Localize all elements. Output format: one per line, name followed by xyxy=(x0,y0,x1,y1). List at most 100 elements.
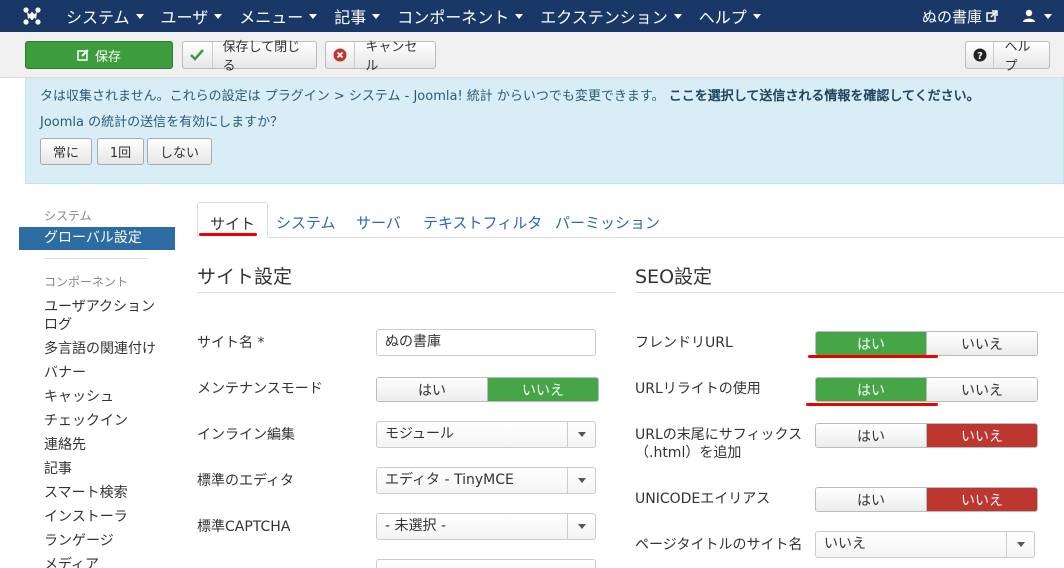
friendly-url-yes[interactable]: はい xyxy=(816,332,926,355)
cancel-label: キャンセル xyxy=(365,40,418,74)
sidebar-item-global-config[interactable]: グローバル設定 xyxy=(19,227,175,250)
caret-down-icon xyxy=(372,13,381,19)
friendly-url-toggle: はい いいえ xyxy=(815,331,1038,356)
editor-value: エディタ - TinyMCE xyxy=(385,472,514,488)
site-name-label: サイト名 * xyxy=(197,335,265,351)
url-suffix-label-1: URLの末尾にサフィックス xyxy=(635,427,803,443)
captcha-select[interactable]: - 未選択 - xyxy=(376,513,596,540)
sidebar-item-contacts[interactable]: 連絡先 xyxy=(44,434,86,454)
user-icon xyxy=(1023,9,1035,22)
question-circle-icon: ? xyxy=(966,42,995,68)
unicode-alias-yes[interactable]: はい xyxy=(816,488,926,511)
page-title-sitename-label: ページタイトルのサイト名 xyxy=(635,537,803,553)
always-button[interactable]: 常に xyxy=(40,138,92,165)
friendly-url-no[interactable]: いいえ xyxy=(926,332,1037,355)
url-suffix-yes[interactable]: はい xyxy=(816,424,926,447)
alert-question: Joomla の統計の送信を有効にしますか？ xyxy=(40,115,284,130)
sidebar-item-associations[interactable]: 多言語の関連付け xyxy=(44,338,156,358)
unicode-alias-label: UNICODEエイリアス xyxy=(635,491,771,507)
inline-edit-label: インライン編集 xyxy=(197,427,295,443)
site-link[interactable]: ぬの書庫 xyxy=(922,0,998,32)
sidebar-item-user-actions-log[interactable]: ログ xyxy=(44,314,72,334)
caret-down-icon xyxy=(567,468,595,493)
caret-down-icon xyxy=(567,422,595,447)
menu-users[interactable]: ユーザ xyxy=(161,4,223,28)
user-menu[interactable] xyxy=(1022,0,1052,32)
maintenance-no[interactable]: いいえ xyxy=(487,378,598,401)
section-divider xyxy=(635,292,1064,293)
cancel-circle-icon xyxy=(326,42,356,68)
joomla-logo-icon[interactable] xyxy=(22,6,42,26)
sidebar-item-articles[interactable]: 記事 xyxy=(44,458,72,478)
sidebar-item-smart-search[interactable]: スマート検索 xyxy=(44,482,128,502)
unicode-alias-no[interactable]: いいえ xyxy=(926,488,1037,511)
save-button[interactable]: 保存 xyxy=(25,41,173,69)
caret-down-icon xyxy=(309,13,318,19)
menu-menus[interactable]: メニュー xyxy=(239,4,318,28)
site-name-input[interactable]: ぬの書庫 xyxy=(376,329,596,356)
never-button[interactable]: しない xyxy=(147,138,212,165)
sidebar-item-languages[interactable]: ランゲージ xyxy=(44,530,114,550)
sidebar-item-cache[interactable]: キャッシュ xyxy=(44,386,114,406)
once-button[interactable]: 1回 xyxy=(97,138,144,165)
site-settings-title: サイト設定 xyxy=(197,266,293,288)
sidebar-heading-system: システム xyxy=(44,209,92,223)
cancel-button[interactable]: キャンセル xyxy=(325,40,436,74)
tab-system[interactable]: システム xyxy=(276,212,336,233)
menu-components[interactable]: コンポーネント xyxy=(397,4,524,28)
config-tabs: サイト システム サーバ テキストフィルタ パーミッション xyxy=(197,202,1064,238)
caret-down-icon xyxy=(1006,532,1034,557)
alert-details-link[interactable]: ここを選択して送信される情報を確認してください。 xyxy=(669,89,980,104)
section-divider xyxy=(197,292,616,293)
menu-help[interactable]: ヘルプ xyxy=(699,4,761,28)
sidebar-divider xyxy=(44,258,148,259)
sidebar-item-media[interactable]: メディア xyxy=(44,554,99,568)
svg-text:?: ? xyxy=(977,51,983,62)
external-link-icon xyxy=(986,10,998,22)
menu-system[interactable]: システム xyxy=(66,4,144,28)
caret-down-icon xyxy=(214,13,223,19)
save-close-label: 保存して閉じる xyxy=(222,40,301,74)
alert-message: タは収集されません。これらの設定は プラグイン > システム - Joomla!… xyxy=(40,85,980,104)
captcha-label: 標準CAPTCHA xyxy=(197,519,291,535)
inline-edit-value: モジュール xyxy=(385,426,455,442)
annotation-underline xyxy=(806,403,938,406)
tab-text-filters[interactable]: テキストフィルタ xyxy=(423,212,542,233)
url-rewrite-no[interactable]: いいえ xyxy=(926,378,1037,401)
sidebar-item-checkin[interactable]: チェックイン xyxy=(44,410,128,430)
caret-down-icon xyxy=(567,514,595,539)
url-rewrite-toggle: はい いいえ xyxy=(815,377,1038,402)
maintenance-toggle: はい いいえ xyxy=(376,377,599,402)
help-button[interactable]: ? ヘルプ xyxy=(965,40,1050,74)
tab-permissions[interactable]: パーミッション xyxy=(555,212,660,233)
sidebar-item-banners[interactable]: バナー xyxy=(44,362,86,382)
page-title-sitename-select[interactable]: いいえ xyxy=(815,531,1035,558)
menu-content[interactable]: 記事 xyxy=(334,4,381,28)
sidebar-heading-components: コンポーネント xyxy=(44,275,129,289)
url-suffix-no[interactable]: いいえ xyxy=(926,424,1037,447)
alert-text: タは収集されません。これらの設定は プラグイン > システム - Joomla!… xyxy=(40,89,665,104)
maintenance-yes[interactable]: はい xyxy=(377,378,487,401)
unicode-alias-toggle: はい いいえ xyxy=(815,487,1038,512)
tab-server[interactable]: サーバ xyxy=(356,212,401,233)
url-rewrite-label: URLリライトの使用 xyxy=(635,381,761,397)
editor-label: 標準のエディタ xyxy=(197,473,295,489)
toolbar: 保存 保存して閉じる キャンセル ? ヘルプ xyxy=(0,32,1064,78)
site-name: ぬの書庫 xyxy=(922,7,983,26)
caret-down-icon xyxy=(673,13,682,19)
editor-select[interactable]: エディタ - TinyMCE xyxy=(376,467,596,494)
save-label: 保存 xyxy=(94,49,121,65)
partial-select[interactable] xyxy=(376,559,596,568)
sidebar-item-installer[interactable]: インストーラ xyxy=(44,506,128,526)
menu-extensions[interactable]: エクステンション xyxy=(540,4,682,28)
save-close-button[interactable]: 保存して閉じる xyxy=(182,40,317,74)
edit-icon xyxy=(77,42,89,68)
url-rewrite-yes[interactable]: はい xyxy=(816,378,926,401)
sidebar-item-user-actions[interactable]: ユーザアクション xyxy=(44,296,155,316)
check-icon xyxy=(183,42,213,68)
inline-edit-select[interactable]: モジュール xyxy=(376,421,596,448)
help-label: ヘルプ xyxy=(1004,40,1031,74)
annotation-underline xyxy=(199,233,257,236)
page-title-sitename-value: いいえ xyxy=(824,536,866,552)
captcha-value: - 未選択 - xyxy=(385,518,447,534)
